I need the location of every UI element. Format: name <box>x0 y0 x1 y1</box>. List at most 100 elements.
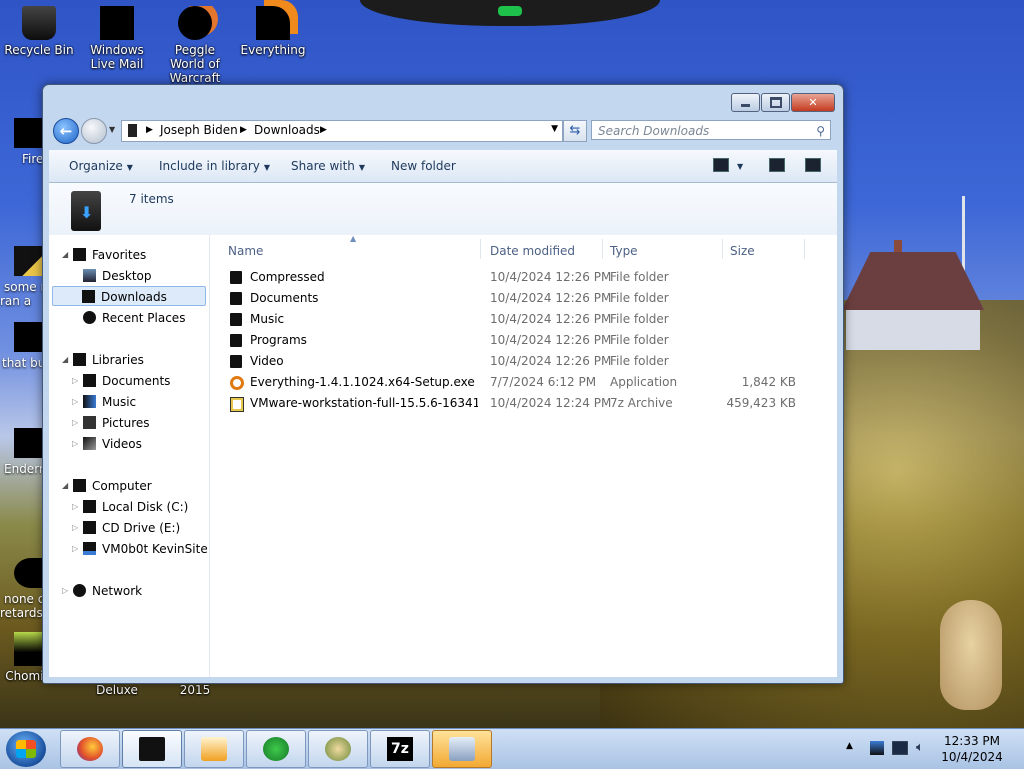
desktop-icon-enderman[interactable]: Enderm <box>0 428 44 476</box>
refresh-button[interactable]: ⇆ <box>563 120 587 142</box>
close-button[interactable]: ✕ <box>791 93 835 112</box>
nav-downloads[interactable]: Downloads <box>52 286 206 306</box>
search-input[interactable]: Search Downloads ⚲ <box>591 120 831 140</box>
view-options-dropdown-icon[interactable]: ▼ <box>737 162 743 171</box>
breadcrumb-separator-icon: ▶ <box>240 125 247 135</box>
media-player-icon <box>201 737 227 761</box>
file-row-compressed[interactable]: Compressed 10/4/2024 12:26 PM File folde… <box>220 267 820 288</box>
expand-triangle-icon[interactable]: ◢ <box>62 245 68 265</box>
breadcrumb-downloads[interactable]: Downloads <box>254 123 320 137</box>
desktop-icon-windows-live-mail[interactable]: Windows Live Mail <box>78 6 156 84</box>
desktop-icon-that[interactable]: that but <box>0 322 44 370</box>
nav-videos[interactable]: ▷ Videos <box>72 434 142 454</box>
breadcrumb-separator-icon: ▶ <box>146 125 153 135</box>
file-row-video[interactable]: Video 10/4/2024 12:26 PM File folder <box>220 351 820 372</box>
back-button[interactable]: ← <box>53 118 79 144</box>
desktop-icon-some[interactable]: some r ran a <box>0 218 44 322</box>
taskbar-app-active[interactable] <box>432 730 492 768</box>
help-button[interactable] <box>805 158 821 172</box>
collapse-triangle-icon[interactable]: ▷ <box>72 371 78 391</box>
taskbar-7zip[interactable]: 7z <box>370 730 430 768</box>
desktop-icon <box>83 269 96 282</box>
clock-date: 10/4/2024 <box>941 750 1003 764</box>
change-view-button[interactable] <box>713 158 729 172</box>
history-dropdown[interactable]: ▼ <box>109 125 115 134</box>
favorites-star-icon <box>73 248 86 261</box>
refresh-icon: ⇆ <box>569 123 581 138</box>
nav-network[interactable]: ▷ Network <box>62 581 142 601</box>
minimize-button[interactable] <box>731 93 760 112</box>
taskbar-media-player[interactable] <box>184 730 244 768</box>
breadcrumb-separator-icon[interactable]: ▶ <box>320 125 327 135</box>
file-row-programs[interactable]: Programs 10/4/2024 12:26 PM File folder <box>220 330 820 351</box>
column-header-type[interactable]: Type <box>610 241 638 261</box>
taskbar-app-peggle[interactable] <box>308 730 368 768</box>
file-row-everything-setup[interactable]: Everything-1.4.1.1024.x64-Setup.exe 7/7/… <box>220 372 820 393</box>
taskbar-explorer[interactable] <box>122 730 182 768</box>
expand-triangle-icon[interactable]: ◢ <box>62 476 68 496</box>
nav-cd-drive[interactable]: ▷ CD Drive (E:) <box>72 518 180 538</box>
organize-button[interactable]: Organize ▼ <box>69 159 133 173</box>
nav-local-disk[interactable]: ▷ Local Disk (C:) <box>72 497 188 517</box>
column-header-name[interactable]: Name <box>228 241 263 261</box>
nav-desktop[interactable]: Desktop <box>83 266 152 286</box>
file-row-vmware-archive[interactable]: VMware-workstation-full-15.5.6-1634150..… <box>220 393 820 414</box>
recycle-bin-icon <box>22 6 56 40</box>
everything-icon <box>256 6 290 40</box>
collapse-triangle-icon[interactable]: ▷ <box>72 518 78 538</box>
desktop-icon-peggle-wow[interactable]: Peggle World of Warcraft <box>156 6 234 84</box>
windows-logo-icon <box>16 740 36 758</box>
include-in-library-button[interactable]: Include in library ▼ <box>159 159 270 173</box>
column-header-date[interactable]: Date modified <box>490 241 575 261</box>
desktop-icon-none[interactable]: none c retards <box>0 530 44 634</box>
nav-network-drive[interactable]: ▷ VM0b0t KevinSite <box>72 539 208 559</box>
show-hidden-icons-chevron-icon[interactable]: ▲ <box>846 741 853 751</box>
nav-pictures[interactable]: ▷ Pictures <box>72 413 150 433</box>
collapse-triangle-icon[interactable]: ▷ <box>72 497 78 517</box>
wallpaper-house <box>842 240 984 350</box>
breadcrumb-user[interactable]: Joseph Biden <box>160 123 238 137</box>
nav-recent-places[interactable]: Recent Places <box>83 308 185 328</box>
nav-libraries[interactable]: ◢ Libraries <box>62 350 144 370</box>
address-bar[interactable]: ▶ Joseph Biden ▶ Downloads ▶ ▼ <box>121 120 563 142</box>
collapse-triangle-icon[interactable]: ▷ <box>72 413 78 433</box>
collapse-triangle-icon[interactable]: ▷ <box>72 539 78 559</box>
folder-icon <box>230 292 242 305</box>
folder-icon <box>230 355 242 368</box>
clock[interactable]: 12:33 PM 10/4/2024 <box>932 733 1012 765</box>
action-center-icon[interactable] <box>870 741 884 755</box>
peggle-app-icon <box>325 737 351 761</box>
share-with-button[interactable]: Share with ▼ <box>291 159 365 173</box>
desktop-icon-recycle-bin[interactable]: Recycle Bin <box>0 6 78 57</box>
network-icon <box>73 584 86 597</box>
search-icon[interactable]: ⚲ <box>816 121 825 141</box>
forward-button[interactable] <box>81 118 107 144</box>
preview-pane-button[interactable] <box>769 158 785 172</box>
address-dropdown-icon[interactable]: ▼ <box>551 124 558 134</box>
downloads-folder-icon: ⬇ <box>71 191 101 231</box>
collapse-triangle-icon[interactable]: ▷ <box>72 392 78 412</box>
desktop-icon-firefox[interactable]: Firef <box>0 118 44 166</box>
network-tray-icon[interactable] <box>892 741 908 755</box>
chomikbox-icon <box>14 632 42 666</box>
application-icon <box>449 737 475 761</box>
start-button[interactable] <box>6 731 46 767</box>
column-header-size[interactable]: Size <box>730 241 755 261</box>
volume-icon[interactable]: 🔈︎ <box>916 740 924 755</box>
nav-documents[interactable]: ▷ Documents <box>72 371 170 391</box>
collapse-triangle-icon[interactable]: ▷ <box>62 581 68 601</box>
close-icon: ✕ <box>808 96 818 109</box>
file-row-documents[interactable]: Documents 10/4/2024 12:26 PM File folder <box>220 288 820 309</box>
nav-computer[interactable]: ◢ Computer <box>62 476 152 496</box>
desktop-icon-everything[interactable]: Everything <box>234 6 312 57</box>
taskbar-download-manager[interactable] <box>246 730 306 768</box>
file-icon <box>14 322 44 352</box>
maximize-button[interactable] <box>761 93 790 112</box>
taskbar-firefox[interactable] <box>60 730 120 768</box>
expand-triangle-icon[interactable]: ◢ <box>62 350 68 370</box>
file-row-music[interactable]: Music 10/4/2024 12:26 PM File folder <box>220 309 820 330</box>
collapse-triangle-icon[interactable]: ▷ <box>72 434 78 454</box>
new-folder-button[interactable]: New folder <box>391 159 456 173</box>
nav-favorites[interactable]: ◢ Favorites <box>62 245 146 265</box>
nav-music[interactable]: ▷ Music <box>72 392 136 412</box>
